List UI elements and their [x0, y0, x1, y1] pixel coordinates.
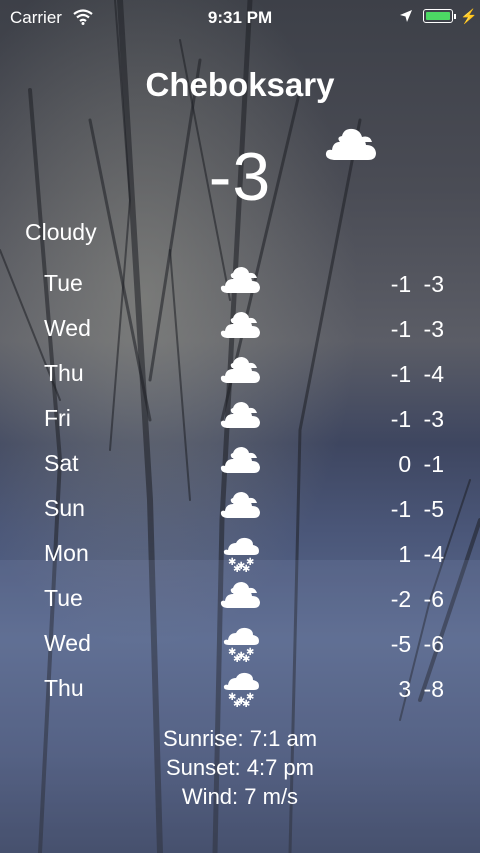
forecast-day: Tue — [44, 270, 83, 296]
forecast-row: Tue -2 -6 — [0, 577, 480, 622]
forecast-list: Tue -1 -3 Wed -1 -3 Thu -1 -4 Fri -1 -3 Sat 0 -1 S… — [0, 262, 480, 712]
forecast-temps: -2 -6 — [390, 586, 444, 612]
cloud-icon — [325, 128, 376, 160]
forecast-temps: 3 -8 — [398, 676, 444, 702]
battery-icon — [423, 9, 456, 23]
svg-text:✱: ✱ — [242, 699, 250, 707]
forecast-row: Sat 0 -1 — [0, 442, 480, 487]
snow-icon: ✱ ✱ ✱ ✱ ✱ — [218, 624, 262, 665]
forecast-row: Thu ✱ ✱ ✱ ✱ ✱ 3 -8 — [0, 667, 480, 712]
forecast-temps: -1 -3 — [390, 316, 444, 342]
forecast-temps: 0 -1 — [398, 451, 444, 477]
details-panel: Sunrise: 7:1 am Sunset: 4:7 pm Wind: 7 m… — [0, 724, 480, 811]
forecast-row: Wed ✱ ✱ ✱ ✱ ✱ -5 -6 — [0, 622, 480, 667]
forecast-row: Wed -1 -3 — [0, 307, 480, 352]
cloud-icon — [218, 354, 262, 392]
sunset-label: Sunset: 4:7 pm — [166, 755, 314, 780]
svg-text:✱: ✱ — [242, 654, 250, 662]
forecast-temps: 1 -4 — [398, 541, 444, 567]
sunrise-label: Sunrise: 7:1 am — [162, 726, 318, 751]
forecast-day: Mon — [44, 540, 89, 566]
svg-text:✱: ✱ — [242, 564, 250, 572]
svg-text:✱: ✱ — [233, 654, 241, 662]
forecast-row: Sun -1 -5 — [0, 487, 480, 532]
forecast-temps: -1 -3 — [390, 271, 444, 297]
forecast-row: Tue -1 -3 — [0, 262, 480, 307]
condition-label: Cloudy — [25, 219, 97, 245]
forecast-day: Sat — [44, 450, 79, 476]
snow-icon: ✱ ✱ ✱ ✱ ✱ — [218, 534, 262, 575]
forecast-temps: -1 -5 — [390, 496, 444, 522]
charging-bolt-icon: ⚡ — [460, 8, 478, 24]
forecast-row: Thu -1 -4 — [0, 352, 480, 397]
forecast-day: Sun — [44, 495, 85, 521]
cloud-icon — [218, 444, 262, 482]
cloud-icon — [218, 399, 262, 437]
forecast-temps: -1 -4 — [390, 361, 444, 387]
forecast-temps: -5 -6 — [390, 631, 444, 657]
forecast-row: Fri -1 -3 — [0, 397, 480, 442]
forecast-day: Wed — [44, 315, 91, 341]
forecast-day: Fri — [44, 405, 71, 431]
location-arrow-icon — [400, 10, 412, 22]
cloud-icon — [218, 579, 262, 617]
city-name: Cheboksary — [145, 66, 335, 103]
snow-icon: ✱ ✱ ✱ ✱ ✱ — [218, 669, 262, 710]
cloud-icon — [218, 489, 262, 527]
wind-label: Wind: 7 m/s — [181, 784, 299, 809]
status-bar: Carrier 9:31 PM ⚡ — [0, 0, 480, 34]
cloud-icon — [218, 309, 262, 347]
current-temperature: -3 — [208, 139, 272, 215]
svg-text:✱: ✱ — [233, 564, 241, 572]
forecast-temps: -1 -3 — [390, 406, 444, 432]
forecast-day: Tue — [44, 585, 83, 611]
forecast-day: Wed — [44, 630, 91, 656]
forecast-day: Thu — [44, 360, 84, 386]
forecast-row: Mon ✱ ✱ ✱ ✱ ✱ 1 -4 — [0, 532, 480, 577]
forecast-day: Thu — [44, 675, 84, 701]
svg-text:✱: ✱ — [233, 699, 241, 707]
cloud-icon — [218, 264, 262, 302]
